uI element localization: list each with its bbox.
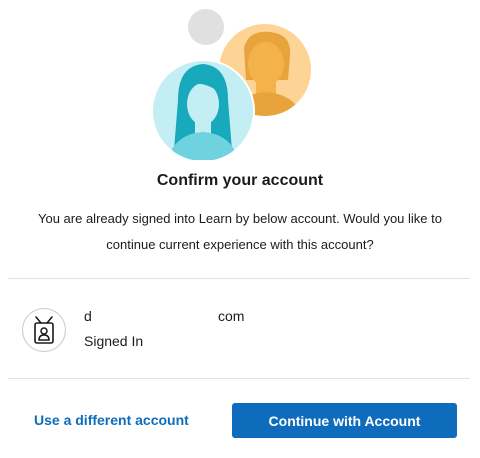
account-card: d com Signed In <box>20 304 460 356</box>
divider-bottom <box>8 378 470 379</box>
id-badge-icon <box>34 316 54 344</box>
divider-top <box>8 278 470 279</box>
dialog-message-line-1: You are already signed into Learn by bel… <box>38 211 442 226</box>
account-email-domain: com <box>218 308 245 324</box>
dialog-message: You are already signed into Learn by bel… <box>0 206 480 258</box>
account-illustration <box>0 0 480 163</box>
dialog-message-line-2: continue current experience with this ac… <box>106 237 374 252</box>
continue-with-account-button[interactable]: Continue with Account <box>232 403 457 438</box>
dialog-title: Confirm your account <box>156 172 324 189</box>
account-name: d <box>84 308 92 324</box>
use-different-account-button[interactable]: Use a different account <box>34 412 189 428</box>
people-illustration-icon <box>151 9 311 163</box>
account-avatar <box>22 308 66 352</box>
account-status: Signed In <box>84 333 144 349</box>
